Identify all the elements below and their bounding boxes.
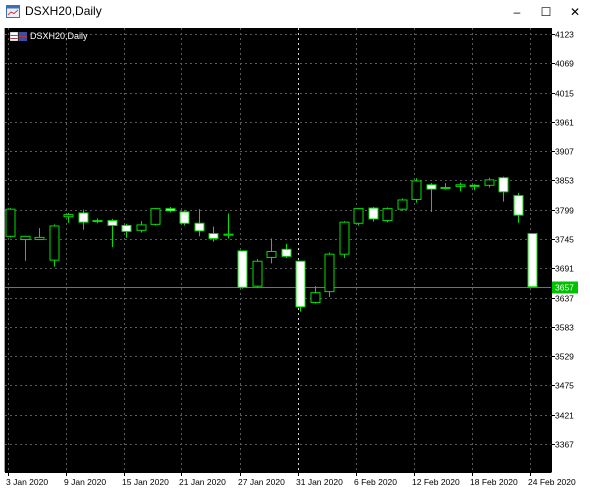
candle-body [237,250,248,288]
time-tick-label: 15 Jan 2020 [122,477,169,487]
candle-body [339,221,350,255]
time-tick-label: 18 Feb 2020 [470,477,518,487]
candle-body [194,222,205,232]
candle-body [179,211,190,224]
chart-window-icon [6,5,20,18]
time-tick-label: 3 Jan 2020 [6,477,48,487]
candle-body [136,224,147,231]
maximize-button[interactable]: ☐ [531,0,561,24]
price-tick-label: 3529 [555,352,574,362]
candle-body [165,208,176,212]
price-tick-label: 4069 [555,59,574,69]
title-bar[interactable]: DSXH20,Daily – ☐ ✕ [0,0,590,24]
candle-body [411,180,422,200]
price-tick-label: 3853 [555,176,574,186]
time-tick-label: 21 Jan 2020 [179,477,226,487]
candle-body [107,220,118,226]
price-tick-label: 3691 [555,264,574,274]
candle-body [266,250,277,258]
symbol-flags-icon [10,32,27,41]
price-tick-label: 3475 [555,381,574,391]
price-tick-label: 4015 [555,89,574,99]
chart-symbol-label: DSXH20,Daily [30,31,88,41]
price-tick-label: 3583 [555,323,574,333]
time-tick-label: 24 Feb 2020 [528,477,576,487]
candle-body [223,233,234,236]
price-tick-label: 3745 [555,235,574,245]
candle-body [310,292,321,303]
candle-body [324,253,335,293]
candle-body [20,235,31,241]
candle-body [92,220,103,223]
minimize-button[interactable]: – [502,0,532,24]
candle-body [208,233,219,239]
candle-body [150,208,161,225]
candle-body [382,208,393,222]
candle-body [440,186,451,190]
candle-body [295,260,306,308]
price-tick-label: 4123 [555,30,574,40]
close-button[interactable]: ✕ [560,0,590,24]
candle-body [78,212,89,223]
price-tick-label: 3907 [555,147,574,157]
candle-body [397,199,408,210]
price-tick-label: 3799 [555,206,574,216]
candle-body [484,179,495,186]
candle-body [368,207,379,220]
candle-body [527,233,538,288]
price-chart[interactable]: 4123 4069 4015 3961 3907 3853 3799 3745 3691 3637… [0,24,590,494]
candle-body [513,195,524,216]
candle-body [5,208,16,237]
time-tick-label: 6 Feb 2020 [354,477,397,487]
time-tick-label: 31 Jan 2020 [296,477,343,487]
price-tick-label: 3637 [555,294,574,304]
candle-body [353,208,364,224]
chart-plot-area [5,28,551,472]
candle-body [426,184,437,190]
price-tick-label: 3421 [555,411,574,421]
candle-body [49,225,60,261]
candle-body [498,177,509,193]
current-price-label: 3657 [555,283,574,293]
candle-body [63,214,74,218]
price-tick-label: 3367 [555,440,574,450]
candle-body [121,224,132,232]
candle-body [252,260,263,287]
candle-body [34,236,45,241]
candle-body [281,248,292,257]
time-tick-label: 27 Jan 2020 [238,477,285,487]
price-tick-label: 3961 [555,118,574,128]
window-title: DSXH20,Daily [25,4,102,18]
candle-body [469,184,480,187]
time-tick-label: 9 Jan 2020 [64,477,106,487]
time-tick-label: 12 Feb 2020 [412,477,460,487]
candle-body [455,184,466,187]
chart-window: DSXH20,Daily – ☐ ✕ 4123 4069 4015 3961 3907 3… [0,0,590,494]
